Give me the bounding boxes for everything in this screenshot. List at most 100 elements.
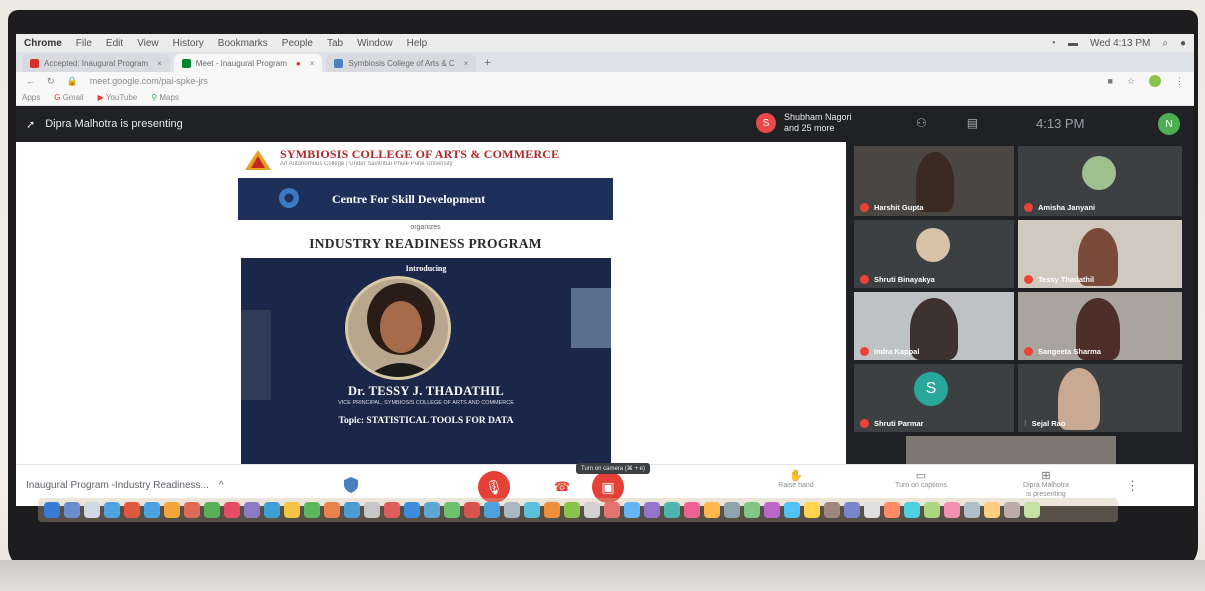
dock-app-icon[interactable] <box>984 502 1000 518</box>
captions-button[interactable]: ▭ Turn on captions <box>876 471 966 490</box>
dock-app-icon[interactable] <box>664 502 680 518</box>
profile-icon[interactable] <box>1149 75 1161 87</box>
camera-indicator-icon[interactable]: ■ <box>1107 76 1112 86</box>
dock-app-icon[interactable] <box>164 502 180 518</box>
menu-tab[interactable]: Tab <box>327 38 343 49</box>
close-icon[interactable]: × <box>310 59 315 68</box>
dock-app-icon[interactable] <box>244 502 260 518</box>
dock-app-icon[interactable] <box>344 502 360 518</box>
dock-app-icon[interactable] <box>124 502 140 518</box>
dock-app-icon[interactable] <box>64 502 80 518</box>
self-avatar[interactable]: N <box>1158 113 1180 135</box>
participant-tile[interactable]: Shruti Binayakya <box>854 220 1014 288</box>
participant-tile[interactable]: Harshit Gupta <box>854 146 1014 216</box>
menu-view[interactable]: View <box>137 38 159 49</box>
dock-app-icon[interactable] <box>624 502 640 518</box>
participants-summary[interactable]: S Shubham Nagori and 25 more <box>756 112 852 134</box>
dock-app-icon[interactable] <box>724 502 740 518</box>
wifi-icon[interactable]: ◔ <box>1050 38 1056 49</box>
dock-app-icon[interactable] <box>1024 502 1040 518</box>
tab-accepted[interactable]: Accepted: Inaugural Program × <box>22 54 170 72</box>
dock-app-icon[interactable] <box>964 502 980 518</box>
close-icon[interactable]: × <box>464 59 469 68</box>
dock-app-icon[interactable] <box>764 502 780 518</box>
menu-edit[interactable]: Edit <box>106 38 123 49</box>
dock-app-icon[interactable] <box>544 502 560 518</box>
dock-app-icon[interactable] <box>684 502 700 518</box>
dock-app-icon[interactable] <box>144 502 160 518</box>
dock-app-icon[interactable] <box>184 502 200 518</box>
participant-tile[interactable]: ⁞ Sejal Rao <box>1018 364 1182 432</box>
dock-app-icon[interactable] <box>1004 502 1020 518</box>
tab-meet[interactable]: Meet - Inaugural Program ● × <box>173 54 323 72</box>
more-icon[interactable]: ⋮ <box>1175 76 1184 87</box>
siri-icon[interactable]: ● <box>1180 38 1186 49</box>
close-icon[interactable]: × <box>157 59 162 68</box>
dock-app-icon[interactable] <box>384 502 400 518</box>
menu-file[interactable]: File <box>76 38 92 49</box>
dock-app-icon[interactable] <box>364 502 380 518</box>
dock-app-icon[interactable] <box>464 502 480 518</box>
dock-app-icon[interactable] <box>44 502 60 518</box>
people-icon[interactable]: ⚇ <box>916 116 927 130</box>
bookmark-gmail[interactable]: G Gmail <box>54 93 83 102</box>
dock-app-icon[interactable] <box>584 502 600 518</box>
dock-app-icon[interactable] <box>84 502 100 518</box>
dock-app-icon[interactable] <box>804 502 820 518</box>
dock-app-icon[interactable] <box>864 502 880 518</box>
hang-up-button[interactable]: ☎ <box>554 479 570 495</box>
menu-bookmarks[interactable]: Bookmarks <box>218 38 268 49</box>
dock-app-icon[interactable] <box>104 502 120 518</box>
url-field[interactable]: meet.google.com/pai-spke-jrs <box>90 76 208 86</box>
dock-app-icon[interactable] <box>504 502 520 518</box>
menu-history[interactable]: History <box>173 38 204 49</box>
dock-app-icon[interactable] <box>564 502 580 518</box>
dock-app-icon[interactable] <box>824 502 840 518</box>
dock-app-icon[interactable] <box>224 502 240 518</box>
dock-app-icon[interactable] <box>524 502 540 518</box>
presenting-button[interactable]: ⊞ Dipra Malhotra is presenting <box>1006 471 1086 499</box>
dock-app-icon[interactable] <box>784 502 800 518</box>
menu-help[interactable]: Help <box>407 38 428 49</box>
dock-app-icon[interactable] <box>704 502 720 518</box>
dock-app-icon[interactable] <box>204 502 220 518</box>
dock-app-icon[interactable] <box>844 502 860 518</box>
bookmark-maps[interactable]: ⚲ Maps <box>151 93 179 102</box>
dock-app-icon[interactable] <box>604 502 620 518</box>
dock-app-icon[interactable] <box>644 502 660 518</box>
participant-tile[interactable]: Indra Kappal <box>854 292 1014 360</box>
back-icon[interactable]: ← <box>26 76 35 86</box>
dock-app-icon[interactable] <box>484 502 500 518</box>
participant-tile[interactable]: Sangeeta Sharma <box>1018 292 1182 360</box>
battery-icon[interactable]: ▬ <box>1068 38 1078 49</box>
bookmark-youtube[interactable]: ▶ YouTube <box>98 93 138 102</box>
new-tab-icon[interactable]: + <box>484 57 490 69</box>
chat-icon[interactable]: ▤ <box>967 116 978 130</box>
dock-app-icon[interactable] <box>404 502 420 518</box>
dock-app-icon[interactable] <box>884 502 900 518</box>
reload-icon[interactable]: ↻ <box>47 76 55 87</box>
dock-app-icon[interactable] <box>444 502 460 518</box>
dock-app-icon[interactable] <box>264 502 280 518</box>
menu-people[interactable]: People <box>282 38 313 49</box>
spotlight-icon[interactable]: ⌕ <box>1162 38 1168 49</box>
participant-tile[interactable] <box>906 436 1116 464</box>
more-options-icon[interactable]: ⋮ <box>1126 478 1139 494</box>
menubar-clock[interactable]: Wed 4:13 PM <box>1090 38 1150 49</box>
dock-app-icon[interactable] <box>284 502 300 518</box>
participant-tile[interactable]: S Shruti Parmar <box>854 364 1014 432</box>
raise-hand-button[interactable]: ✋ Raise hand <box>761 471 831 490</box>
dock-app-icon[interactable] <box>904 502 920 518</box>
menu-chrome[interactable]: Chrome <box>24 38 62 49</box>
star-icon[interactable]: ☆ <box>1127 76 1135 87</box>
dock-app-icon[interactable] <box>304 502 320 518</box>
dock-app-icon[interactable] <box>924 502 940 518</box>
menu-window[interactable]: Window <box>357 38 393 49</box>
participant-tile[interactable]: Amisha Janyani <box>1018 146 1182 216</box>
bookmark-apps[interactable]: Apps <box>22 93 40 102</box>
dock-app-icon[interactable] <box>744 502 760 518</box>
dock-app-icon[interactable] <box>424 502 440 518</box>
participant-tile[interactable]: Tessy Thadathil <box>1018 220 1182 288</box>
meeting-details[interactable]: Inaugural Program -Industry Readiness...… <box>26 480 224 491</box>
tab-symbiosis[interactable]: Symbiosis College of Arts & C × <box>326 54 477 72</box>
